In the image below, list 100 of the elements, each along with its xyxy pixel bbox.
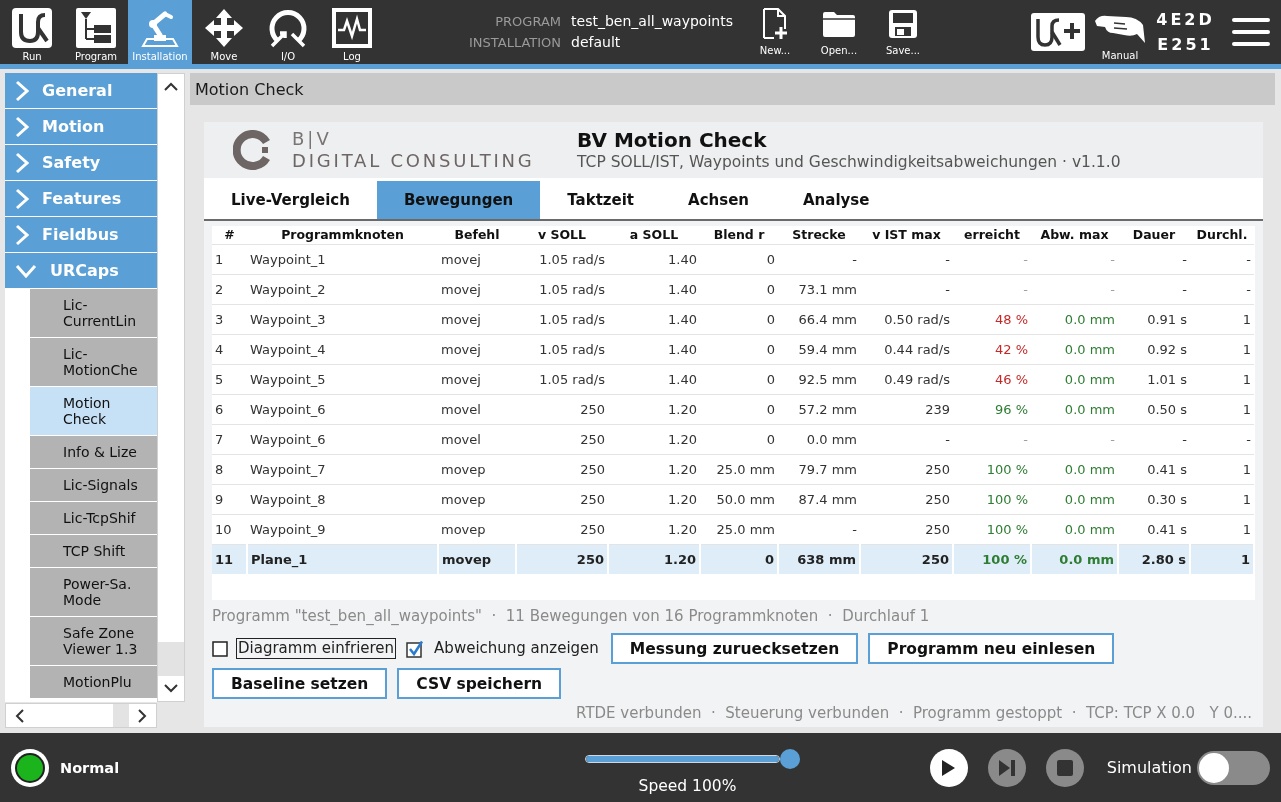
ring-logo-icon: [233, 130, 273, 170]
file-button[interactable]: Save...: [871, 0, 935, 64]
action-button[interactable]: CSV speichern: [397, 668, 562, 699]
table-cell: 0.0 mm: [1031, 334, 1118, 364]
chevron-right-icon: [15, 79, 29, 102]
table-cell: 0: [700, 304, 778, 334]
table-cell: 0: [700, 544, 778, 574]
chevron-left-icon: [15, 708, 24, 723]
column-header: Durchl.: [1190, 226, 1254, 244]
table-cell: -: [953, 424, 1031, 454]
nav-tab[interactable]: Program: [64, 0, 128, 64]
sidebar-subitem[interactable]: TCP Shift: [30, 535, 157, 567]
table-cell: 1: [1190, 304, 1254, 334]
table-cell: 250: [860, 484, 953, 514]
sidebar-subitem[interactable]: Lic-CurrentLin: [30, 289, 157, 337]
column-header: Blend r: [700, 226, 778, 244]
program-tree-icon: [76, 8, 116, 48]
table-cell: Plane_1: [247, 544, 438, 574]
logo-mark-text: B|V: [292, 128, 333, 149]
table-cell: 48 %: [953, 304, 1031, 334]
file-button[interactable]: New...: [743, 0, 807, 64]
nav-tab[interactable]: Run: [0, 0, 64, 64]
chevron-down-icon: [15, 263, 37, 278]
chevron-up-icon: [164, 82, 178, 91]
table-cell: 0.92 s: [1118, 334, 1190, 364]
table-cell: movej: [438, 304, 516, 334]
column-header: erreicht: [953, 226, 1031, 244]
manual-mode-button[interactable]: Manual: [1089, 0, 1151, 64]
nav-tab[interactable]: Move: [192, 0, 256, 64]
column-header: Strecke: [778, 226, 860, 244]
file-button[interactable]: Open...: [807, 0, 871, 64]
nav-tab[interactable]: I/O: [256, 0, 320, 64]
table-cell: 6: [212, 394, 247, 424]
toggle-knob: [1199, 752, 1229, 783]
sidebar-subitem[interactable]: Power-Sa. Mode: [30, 568, 157, 616]
action-button[interactable]: Baseline setzen: [212, 668, 388, 699]
action-button[interactable]: Messung zuruecksetzen: [610, 633, 859, 664]
table-cell: 1.01 s: [1118, 364, 1190, 394]
sidebar-subitem[interactable]: Lic-TcpShif: [30, 502, 157, 534]
checkbox[interactable]: [406, 639, 425, 658]
table-cell: -: [860, 424, 953, 454]
installation-label: INSTALLATION: [469, 34, 562, 52]
scrollbar-thumb[interactable]: [113, 704, 129, 727]
table-cell: 1: [1190, 364, 1254, 394]
table-cell: 0.50 rad/s: [860, 304, 953, 334]
action-button[interactable]: Programm neu einlesen: [868, 633, 1115, 664]
table-cell: -: [1031, 274, 1118, 304]
checkbox-label[interactable]: Abweichung anzeigen: [432, 638, 601, 659]
table-cell: movep: [438, 484, 516, 514]
app-subtitle: TCP SOLL/IST, Waypoints und Geschwindigkeitsabweichungen · v1.1.0: [577, 152, 1121, 172]
table-cell: -: [1118, 424, 1190, 454]
table-cell: 42 %: [953, 334, 1031, 364]
table-cell: 0: [700, 334, 778, 364]
tab[interactable]: Live-Vergleich: [204, 181, 377, 219]
table-cell: movej: [438, 334, 516, 364]
sidebar-subitem[interactable]: Info & Lize: [30, 436, 157, 468]
connection-status-text: RTDE verbunden · Steuerung verbunden · Programm gestoppt · TCP: TCP X 0.0 Y 0....: [575, 703, 1253, 724]
tab[interactable]: Achsen: [661, 181, 776, 219]
sidebar-subitem[interactable]: MotionPlu: [30, 666, 157, 698]
table-cell: -: [1190, 244, 1254, 274]
table-cell: 1.40: [608, 364, 700, 394]
checkbox[interactable]: [212, 640, 228, 657]
sidebar-subitem[interactable]: Lic-MotionChe: [30, 338, 157, 386]
tab[interactable]: Analyse: [776, 181, 897, 219]
table-cell: 0.0 mm: [1031, 544, 1118, 574]
table-cell: -: [860, 244, 953, 274]
table-cell: -: [1190, 424, 1254, 454]
id-code-text: E251: [1157, 34, 1214, 55]
table-cell: 66.4 mm: [778, 304, 860, 334]
table-cell: 0.0 mm: [1031, 484, 1118, 514]
table-cell: 0.0 mm: [1031, 364, 1118, 394]
sidebar-subitem[interactable]: Safe Zone Viewer 1.3: [30, 617, 157, 665]
table-cell: 0: [700, 364, 778, 394]
nav-tab[interactable]: Log: [320, 0, 384, 64]
waveform-chart-icon: [332, 8, 372, 48]
play-button[interactable]: [929, 748, 968, 787]
sidebar-subitem[interactable]: Motion Check: [30, 387, 157, 435]
tab[interactable]: Bewegungen: [376, 181, 541, 219]
sidebar-subitem[interactable]: Lic-Signals: [30, 469, 157, 501]
slider-thumb[interactable]: [780, 749, 800, 769]
tab[interactable]: Taktzeit: [540, 181, 662, 219]
table-cell: 638 mm: [778, 544, 860, 574]
simulation-toggle[interactable]: [1197, 750, 1270, 785]
table-cell: Waypoint_3: [247, 304, 438, 334]
stop-icon: [1056, 759, 1073, 776]
checkbox-label[interactable]: Diagramm einfrieren: [236, 638, 397, 659]
table-cell: 79.7 mm: [778, 454, 860, 484]
page-title: Motion Check: [195, 79, 304, 99]
robot-arm-icon: [140, 8, 180, 48]
column-header: Abw. max: [1031, 226, 1118, 244]
table-cell: 57.2 mm: [778, 394, 860, 424]
table-cell: 5: [212, 364, 247, 394]
table-cell: movep: [438, 454, 516, 484]
app-title: BV Motion Check: [577, 128, 768, 152]
ring-arrows-icon: [268, 8, 308, 48]
table-cell: 0.41 s: [1118, 454, 1190, 484]
chevron-right-icon: [15, 115, 29, 138]
scrollbar-thumb[interactable]: [158, 642, 184, 677]
play-icon: [941, 758, 957, 777]
summary-text: Programm "test_ben_all_waypoints" · 11 Bewegungen von 16 Programmknoten · Durchlauf 1: [212, 606, 931, 627]
